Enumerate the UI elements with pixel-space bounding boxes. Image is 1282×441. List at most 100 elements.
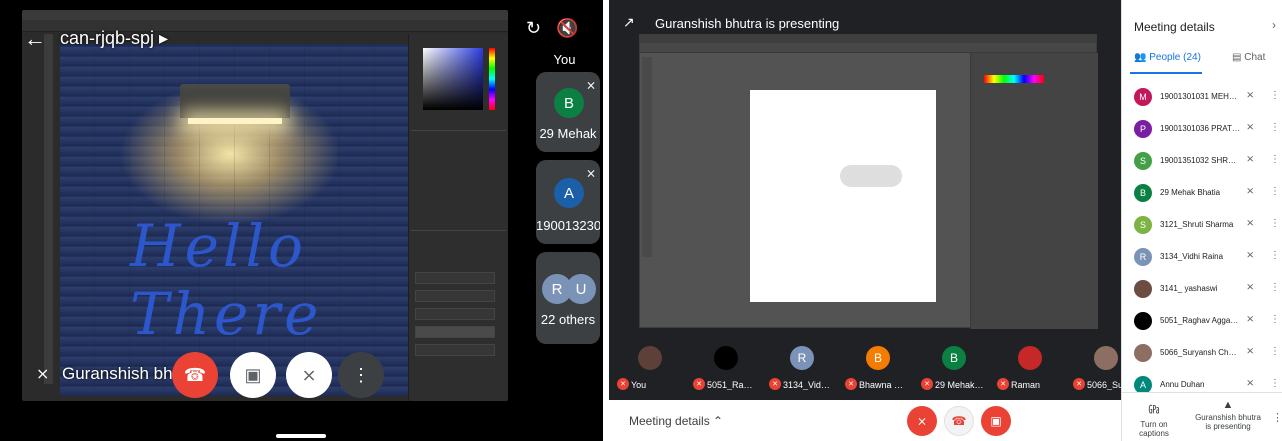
participant-tile[interactable]: ⨯ B 29 Mehak (536, 72, 600, 152)
shared-screen (639, 34, 1098, 329)
mic-off-icon: ⨯ (1246, 314, 1255, 325)
photoshop-toolbar (44, 34, 53, 384)
people-name: 19001301036 PRATEEK ... (1160, 124, 1240, 133)
people-name: 3141_ yashaswi (1160, 284, 1218, 293)
more-options-icon[interactable]: ⋮ (1270, 122, 1280, 133)
participant-tile[interactable]: ✕5051_Raghav ... (693, 344, 757, 396)
participant-name: 3134_Vidhi R... (783, 380, 833, 390)
people-name: 5051_Raghav Aggarwal (1160, 316, 1240, 325)
people-row[interactable]: 5051_Raghav Aggarwal ⨯ ⋮ (1122, 304, 1282, 340)
layer-row (415, 326, 495, 338)
mic-off-button[interactable]: ⨯ (286, 352, 332, 398)
more-options-icon[interactable]: ⋮ (1270, 346, 1280, 357)
illustrator-menubar (640, 35, 1096, 43)
panel-title: Meeting details (1134, 20, 1215, 34)
home-indicator[interactable] (276, 434, 326, 438)
end-call-button[interactable]: ☎ (172, 352, 218, 398)
participant-name: You (631, 380, 647, 390)
photoshop-canvas: Hello There (60, 44, 408, 396)
people-name: 3134_Vidhi Raina (1160, 252, 1224, 261)
avatar: B (554, 88, 584, 118)
meeting-details-link[interactable]: Meeting details ⌃ (629, 414, 723, 428)
mic-off-icon: ⨯ (1246, 346, 1255, 357)
presentation-button[interactable]: ▲ Guranshish bhutra is presenting (1194, 399, 1262, 431)
avatar (1094, 346, 1118, 370)
avatar (1018, 346, 1042, 370)
present-icon: ▲ (1222, 399, 1234, 411)
photoshop-menubar (22, 10, 508, 20)
people-row[interactable]: S 19001351032 SHREYA SI... ⨯ ⋮ (1122, 144, 1282, 180)
mic-off-icon: ⨯ (1246, 282, 1255, 293)
mic-off-icon: ⨯ (1246, 250, 1255, 261)
more-options-icon[interactable]: ⋮ (1270, 218, 1280, 229)
participant-label: 29 Mehak (539, 126, 597, 141)
participant-tile[interactable]: ⨯ A 190013230... (536, 160, 600, 244)
illustrator-options-bar (640, 43, 1096, 53)
avatar: R (790, 346, 814, 370)
avatar: B (1134, 184, 1152, 202)
more-options-icon[interactable]: ⋮ (1270, 154, 1280, 165)
mic-off-icon: ⨯ (36, 366, 50, 383)
participant-name: Bhawna Bhar... (859, 380, 909, 390)
back-arrow-icon[interactable]: ← (24, 26, 46, 52)
captions-button[interactable]: ㎬ Turn on captions (1126, 401, 1182, 438)
self-label: You (553, 52, 576, 67)
participant-name: 5051_Raghav ... (707, 380, 757, 390)
avatar: R (1134, 248, 1152, 266)
people-row[interactable]: R 3134_Vidhi Raina ⨯ ⋮ (1122, 240, 1282, 276)
participant-tile[interactable]: B✕Bhawna Bhar... (845, 344, 909, 396)
participant-tile[interactable]: R✕3134_Vidhi R... (769, 344, 833, 396)
illustrator-toolbar (642, 57, 652, 257)
more-options-icon[interactable]: ⋮ (1270, 282, 1280, 293)
avatar: B (942, 346, 966, 370)
avatar: U (566, 274, 596, 304)
participant-tile[interactable]: ✕ Raman (997, 344, 1061, 396)
end-call-button[interactable]: ☎ (944, 406, 974, 436)
mic-off-button[interactable]: ⨯ (907, 406, 937, 436)
people-row[interactable]: P 19001301036 PRATEEK ... ⨯ ⋮ (1122, 112, 1282, 148)
mic-off-icon: ⨯ (1246, 154, 1255, 165)
camera-off-button[interactable]: ▣ (230, 352, 276, 398)
captions-icon: ㎬ (1148, 404, 1160, 416)
avatar (1134, 312, 1152, 330)
color-spectrum (984, 75, 1044, 83)
participant-strip: ✕You✕5051_Raghav ...R✕3134_Vidhi R...B✕B… (609, 336, 1137, 398)
tab-chat[interactable]: ▤ Chat (1232, 52, 1265, 63)
presenting-icon: ↗ (623, 14, 635, 30)
more-options-icon[interactable]: ⋮ (1270, 90, 1280, 101)
avatar: M (1134, 88, 1152, 106)
people-row[interactable]: B 29 Mehak Bhatia ⨯ ⋮ (1122, 176, 1282, 212)
shared-screen: Hello There (22, 10, 508, 401)
panel-divider (411, 130, 506, 131)
more-options-icon[interactable]: ⋮ (1270, 186, 1280, 197)
meeting-details-panel: Meeting details › 👥 People (24) ▤ Chat M… (1121, 0, 1282, 441)
avatar (1134, 344, 1152, 362)
mic-off-icon: ⨯ (1246, 378, 1255, 389)
mic-off-icon: ⨯ (1246, 122, 1255, 133)
participant-name: 29 Mehak Bh... (935, 380, 985, 390)
people-row[interactable]: M 19001301031 MEHAK SI... ⨯ ⋮ (1122, 80, 1282, 116)
people-row[interactable]: S 3121_Shruti Sharma ⨯ ⋮ (1122, 208, 1282, 244)
camera-off-button[interactable]: ▣ (981, 406, 1011, 436)
people-row[interactable]: 5066_Suryansh Chaudh... ⨯ ⋮ (1122, 336, 1282, 372)
color-picker (423, 48, 483, 110)
participant-tile[interactable]: ✕ You (617, 344, 681, 396)
close-icon[interactable]: › (1272, 18, 1276, 32)
people-name: 29 Mehak Bhatia (1160, 188, 1221, 197)
more-options-icon[interactable]: ⋮ (1270, 378, 1280, 389)
more-options-icon[interactable]: ⋮ (1270, 250, 1280, 261)
more-options-icon[interactable]: ⋮ (1270, 314, 1280, 325)
people-row[interactable]: 3141_ yashaswi ⨯ ⋮ (1122, 272, 1282, 308)
avatar (714, 346, 738, 370)
more-options-button[interactable]: ⋮ (338, 352, 384, 398)
meeting-code[interactable]: can-rjqb-spj ▸ (60, 28, 168, 49)
tab-people[interactable]: 👥 People (24) (1134, 52, 1201, 63)
participant-tile[interactable]: B✕29 Mehak Bh... (921, 344, 985, 396)
people-name: 3121_Shruti Sharma (1160, 220, 1234, 229)
participant-name: Raman (1011, 380, 1041, 390)
others-tile[interactable]: R U 22 others (536, 252, 600, 344)
phone-meet-view: Hello There ← can-rjqb-spj ▸ ⨯ Guranshis… (0, 0, 603, 441)
avatar: P (1134, 120, 1152, 138)
more-options-icon[interactable]: ⋮ (1272, 411, 1282, 424)
mic-off-icon: ⨯ (1246, 186, 1255, 197)
